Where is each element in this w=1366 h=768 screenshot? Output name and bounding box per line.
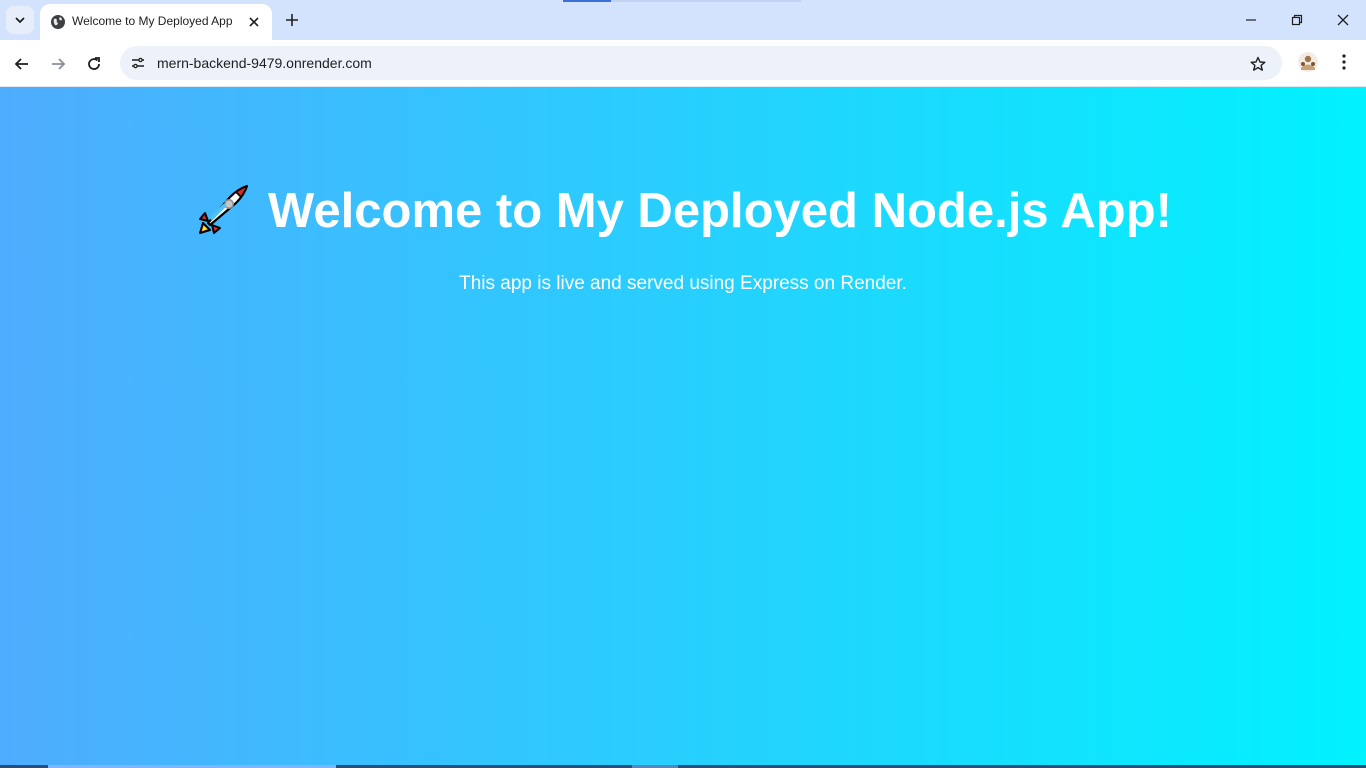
star-icon	[1250, 56, 1266, 71]
restore-icon	[1291, 14, 1303, 26]
url-text[interactable]: mern-backend-9479.onrender.com	[157, 55, 372, 71]
tab-title: Welcome to My Deployed App	[72, 14, 233, 28]
close-window-button[interactable]	[1320, 0, 1366, 40]
browser-toolbar: mern-backend-9479.onrender.com	[0, 40, 1366, 87]
subtitle-text: This app is live and served using Expres…	[459, 273, 907, 294]
back-arrow-icon	[14, 58, 28, 70]
tune-icon	[132, 57, 144, 69]
forward-arrow-icon	[52, 58, 66, 70]
tab-strip: Welcome to My Deployed App	[0, 0, 1366, 40]
plus-icon	[286, 14, 298, 26]
address-bar[interactable]: mern-backend-9479.onrender.com	[120, 46, 1282, 80]
reload-button[interactable]	[80, 50, 108, 78]
rocket-icon	[199, 184, 249, 234]
back-button[interactable]	[8, 50, 36, 78]
tab-search-button[interactable]	[6, 6, 34, 34]
reload-icon	[88, 57, 100, 70]
minimize-button[interactable]	[1228, 0, 1274, 40]
loading-indicator-track	[611, 0, 801, 2]
chevron-down-icon	[15, 17, 25, 24]
kebab-menu-icon	[1342, 54, 1346, 70]
bookmark-button[interactable]	[1246, 52, 1270, 76]
page-body: Welcome to My Deployed Node.js App! This…	[0, 87, 1366, 768]
loading-indicator	[563, 0, 611, 2]
profile-avatar-icon	[1298, 52, 1318, 72]
restore-button[interactable]	[1274, 0, 1320, 40]
tab-close-button[interactable]	[244, 12, 264, 32]
new-tab-button[interactable]	[280, 8, 304, 32]
browser-menu-button[interactable]	[1332, 50, 1356, 74]
page-heading: Welcome to My Deployed Node.js App!	[0, 183, 1366, 239]
site-info-button[interactable]	[126, 51, 150, 75]
profile-button[interactable]	[1296, 50, 1320, 74]
globe-icon	[51, 15, 65, 29]
close-icon	[1337, 14, 1349, 26]
heading-text: Welcome to My Deployed Node.js App!	[268, 184, 1172, 238]
forward-button[interactable]	[44, 50, 72, 78]
close-icon	[249, 17, 259, 27]
active-tab[interactable]: Welcome to My Deployed App	[40, 4, 272, 40]
minimize-icon	[1246, 19, 1256, 21]
